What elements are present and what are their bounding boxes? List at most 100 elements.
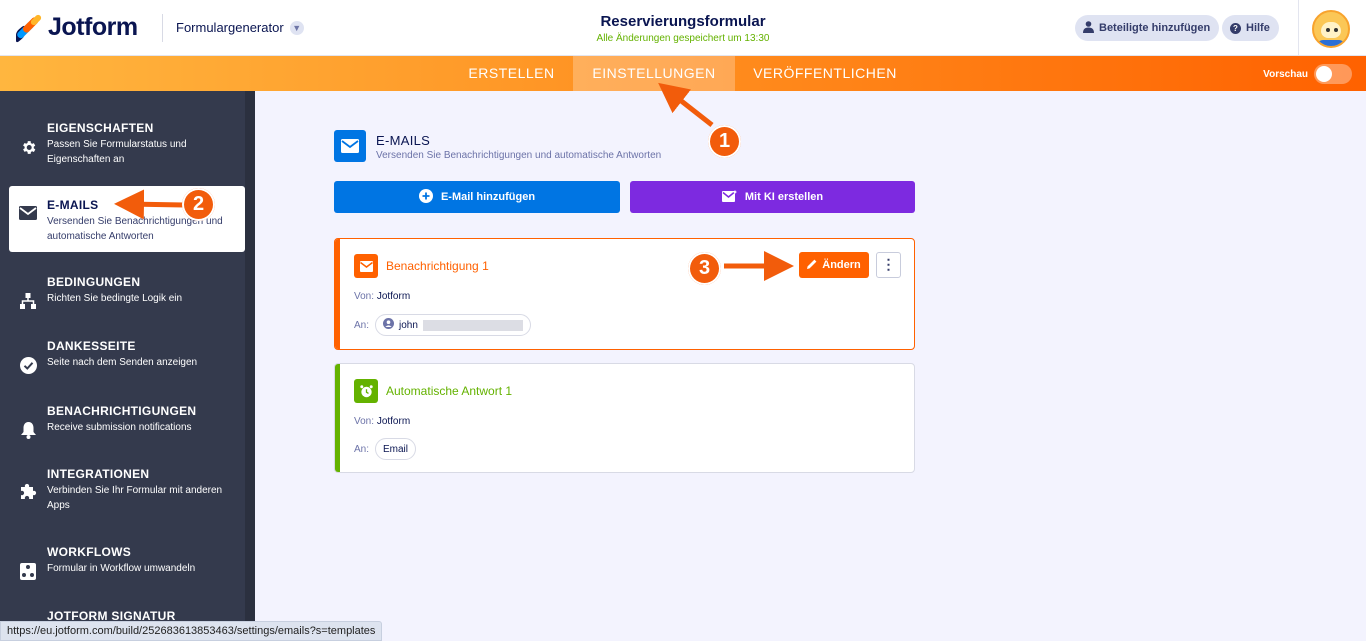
annotation-badge-2: 2 xyxy=(182,188,215,221)
form-generator-label: Formulargenerator xyxy=(176,20,284,35)
sidebar-item-desc: Passen Sie Formularstatus und Eigenschaf… xyxy=(47,139,187,165)
header-divider xyxy=(162,14,163,42)
sitemap-icon xyxy=(9,273,47,309)
add-collaborators-label: Beteiligte hinzufügen xyxy=(1099,22,1211,34)
add-email-button[interactable]: E-Mail hinzufügen xyxy=(334,181,620,213)
sidebar-item-workflows[interactable]: WORKFLOWS Formular in Workflow umwandeln xyxy=(9,543,245,609)
from-label: Von: xyxy=(354,291,375,302)
avatar-eye xyxy=(1334,28,1338,32)
sidebar-item-conditions[interactable]: BEDINGUNGEN Richten Sie bedingte Logik e… xyxy=(9,273,245,339)
avatar-shirt xyxy=(1317,40,1345,46)
sidebar-item-text: DANKESSEITE Seite nach dem Senden anzeig… xyxy=(47,337,227,370)
help-button[interactable]: ? Hilfe xyxy=(1222,15,1279,41)
edit-label: Ändern xyxy=(822,259,861,271)
card-to-label: An: xyxy=(354,444,370,455)
card-from-row: Von: Jotform xyxy=(354,291,410,302)
add-email-label: E-Mail hinzufügen xyxy=(440,191,536,203)
settings-sidebar: EIGENSCHAFTEN Passen Sie Formularstatus … xyxy=(0,91,255,641)
avatar-face xyxy=(1321,22,1341,38)
sidebar-item-text: WORKFLOWS Formular in Workflow umwandeln xyxy=(47,543,227,576)
sidebar-item-text: INTEGRATIONEN Verbinden Sie Ihr Formular… xyxy=(47,465,227,513)
card-accent-bar xyxy=(335,364,340,472)
alarm-clock-icon xyxy=(354,379,378,403)
sidebar-item-notifications[interactable]: BENACHRICHTIGUNGEN Receive submission no… xyxy=(9,402,245,468)
sidebar-item-desc: Seite nach dem Senden anzeigen xyxy=(47,357,198,368)
help-label: Hilfe xyxy=(1246,22,1270,34)
question-icon: ? xyxy=(1230,22,1241,34)
form-title[interactable]: Reservierungsformular xyxy=(533,13,833,30)
ai-mail-icon xyxy=(721,189,737,205)
sidebar-item-thankyou[interactable]: DANKESSEITE Seite nach dem Senden anzeig… xyxy=(9,337,245,403)
sidebar-item-properties[interactable]: EIGENSCHAFTEN Passen Sie Formularstatus … xyxy=(9,119,245,185)
sidebar-item-desc: Verbinden Sie Ihr Formular mit anderen A… xyxy=(47,485,223,511)
sidebar-item-title: EIGENSCHAFTEN xyxy=(47,121,154,135)
user-circle-icon xyxy=(383,318,394,332)
from-value: Jotform xyxy=(376,416,411,427)
bell-icon xyxy=(9,402,47,439)
preview-label: Vorschau xyxy=(1263,68,1308,80)
avatar-container xyxy=(1298,0,1366,56)
recipient-value: john xyxy=(399,319,418,331)
edit-button[interactable]: Ändern xyxy=(799,252,869,278)
sidebar-item-desc: Receive submission notifications xyxy=(47,422,192,433)
annotation-badge-1: 1 xyxy=(708,125,741,158)
ai-create-button[interactable]: Mit KI erstellen xyxy=(630,181,915,213)
toggle-knob xyxy=(1316,66,1332,82)
gear-icon xyxy=(9,119,47,156)
workflow-icon xyxy=(9,543,47,580)
sidebar-item-text: EIGENSCHAFTEN Passen Sie Formularstatus … xyxy=(47,119,227,167)
form-title-block: Reservierungsformular Alle Änderungen ge… xyxy=(533,13,833,44)
card-title[interactable]: Automatische Antwort 1 xyxy=(386,384,512,398)
sidebar-item-text: BENACHRICHTIGUNGEN Receive submission no… xyxy=(47,402,227,435)
preview-toggle[interactable] xyxy=(1314,64,1352,84)
recipient-chip: Email xyxy=(375,438,417,460)
plus-circle-icon xyxy=(418,188,433,206)
email-card-notification[interactable]: Benachrichtigung 1 Von: Jotform An: john… xyxy=(334,238,915,350)
top-bar: Jotform Formulargenerator ▼ Reservierung… xyxy=(0,0,1366,56)
ai-create-label: Mit KI erstellen xyxy=(744,191,824,203)
jotform-logo-icon xyxy=(15,13,43,44)
tab-settings[interactable]: EINSTELLUNGEN xyxy=(573,56,735,91)
user-icon xyxy=(1083,20,1094,36)
sidebar-item-title: DANKESSEITE xyxy=(47,339,136,353)
card-title[interactable]: Benachrichtigung 1 xyxy=(386,259,489,273)
sidebar-item-title: BEDINGUNGEN xyxy=(47,275,141,289)
section-title: E-MAILS xyxy=(376,133,431,148)
more-options-icon[interactable]: ⋮ xyxy=(876,252,901,278)
tab-publish[interactable]: VERÖFFENTLICHEN xyxy=(740,56,910,91)
sidebar-item-desc: Richten Sie bedingte Logik ein xyxy=(47,293,183,304)
avatar[interactable] xyxy=(1312,10,1350,48)
link-status-bar: https://eu.jotform.com/build/25268361385… xyxy=(0,621,383,641)
sidebar-item-integrations[interactable]: INTEGRATIONEN Verbinden Sie Ihr Formular… xyxy=(9,465,245,531)
main-content: E-MAILS Versenden Sie Benachrichtigungen… xyxy=(255,91,1366,641)
pencil-icon xyxy=(807,259,817,272)
main-navbar: ERSTELLEN EINSTELLUNGEN VERÖFFENTLICHEN … xyxy=(0,56,1366,91)
recipient-value: Email xyxy=(383,443,409,455)
sidebar-item-title: WORKFLOWS xyxy=(47,545,132,559)
form-generator-dropdown[interactable]: Formulargenerator ▼ xyxy=(176,20,304,35)
envelope-icon xyxy=(9,186,47,220)
avatar-eye xyxy=(1326,28,1330,32)
section-subtitle: Versenden Sie Benachrichtigungen und aut… xyxy=(376,150,662,161)
notification-mail-icon xyxy=(354,254,378,278)
preview-toggle-group: Vorschau xyxy=(1263,64,1352,84)
annotation-badge-3: 3 xyxy=(688,252,721,285)
chevron-down-icon: ▼ xyxy=(289,20,304,35)
tab-build[interactable]: ERSTELLEN xyxy=(452,56,571,91)
puzzle-icon xyxy=(9,465,47,500)
envelope-icon xyxy=(334,130,366,162)
card-accent-bar xyxy=(335,239,340,349)
add-collaborators-button[interactable]: Beteiligte hinzufügen xyxy=(1075,15,1220,41)
from-label: Von: xyxy=(354,416,375,427)
card-to-label: An: xyxy=(354,320,370,331)
jotform-logo[interactable]: Jotform xyxy=(15,13,138,44)
sidebar-item-desc: Formular in Workflow umwandeln xyxy=(47,563,196,574)
check-circle-icon xyxy=(9,337,47,374)
email-card-autoresponder[interactable]: Automatische Antwort 1 Von: Jotform An: … xyxy=(334,363,915,473)
brand-name: Jotform xyxy=(48,13,138,41)
card-from-row: Von: Jotform xyxy=(354,416,410,427)
save-status: Alle Änderungen gespeichert um 13:30 xyxy=(596,33,770,44)
sidebar-item-text: BEDINGUNGEN Richten Sie bedingte Logik e… xyxy=(47,273,227,306)
recipient-chip: john xyxy=(375,314,531,336)
from-value: Jotform xyxy=(376,291,411,302)
